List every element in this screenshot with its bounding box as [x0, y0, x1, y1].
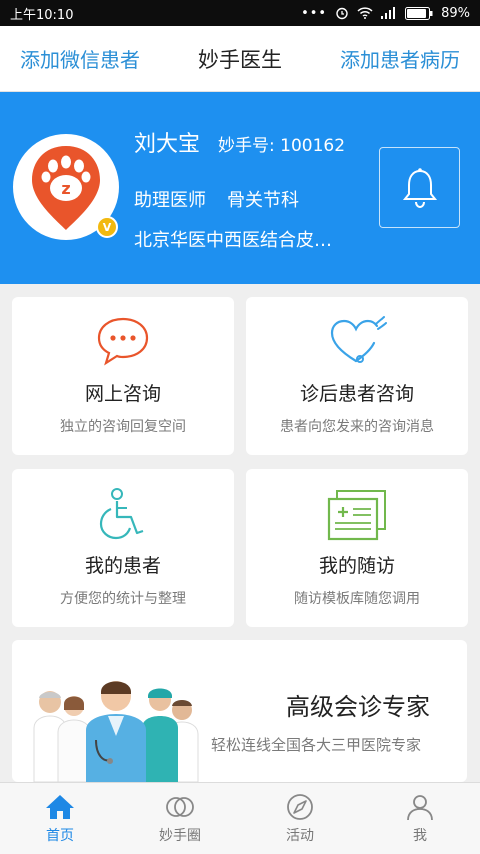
banner-title: 高级会诊专家 — [286, 693, 430, 721]
tab-home[interactable]: 首页 — [0, 783, 120, 854]
doctor-id: 妙手号: 100162 — [218, 136, 346, 156]
card-subtitle: 随访模板库随您调用 — [294, 591, 420, 607]
home-icon — [46, 794, 74, 819]
status-time: 上午10:10 — [10, 7, 74, 23]
doctor-department: 骨关节科 — [227, 190, 299, 211]
tab-label: 首页 — [46, 827, 74, 844]
tab-label: 妙手圈 — [159, 827, 201, 844]
card-title: 诊后患者咨询 — [299, 383, 414, 405]
card-subtitle: 独立的咨询回复空间 — [60, 419, 186, 435]
verified-badge: V — [96, 216, 118, 238]
profile-banner[interactable]: z V 刘大宝 妙手号: 100162 助理医师 骨关节科 北京华医中西医结合皮… — [0, 92, 480, 284]
add-wechat-patient-link[interactable]: 添加微信患者 — [20, 44, 140, 73]
tab-circle[interactable]: 妙手圈 — [120, 783, 240, 854]
notification-button[interactable] — [379, 147, 460, 228]
banner-subtitle: 轻松连线全国各大三甲医院专家 — [211, 736, 422, 754]
medical-records-icon — [327, 490, 386, 541]
tab-label: 活动 — [286, 827, 314, 844]
svg-text:z: z — [61, 179, 70, 198]
add-patient-record-link[interactable]: 添加患者病历 — [340, 44, 460, 73]
tab-me[interactable]: 我 — [360, 783, 480, 854]
top-nav: 添加微信患者 妙手医生 添加患者病历 — [0, 26, 480, 92]
heart-message-icon — [330, 316, 387, 363]
alarm-icon — [336, 7, 348, 20]
battery-icon — [405, 6, 433, 20]
doctors-group-illustration — [33, 681, 199, 782]
person-icon — [407, 794, 433, 820]
paw-logo-icon: z — [32, 146, 100, 230]
tab-label: 我 — [413, 827, 427, 844]
tab-activity[interactable]: 活动 — [240, 783, 360, 854]
doctor-title: 助理医师 — [134, 190, 206, 211]
compass-icon — [287, 793, 313, 820]
chat-bubble-icon — [97, 317, 149, 366]
bottom-tab-bar: 首页 妙手圈 活动 我 — [0, 782, 480, 854]
circles-icon — [166, 796, 194, 817]
wifi-icon — [357, 7, 373, 19]
doctor-hospital: 北京华医中西医结合皮… — [134, 230, 332, 251]
app-title: 妙手医生 — [198, 47, 282, 72]
post-diagnosis-consult-card[interactable]: 诊后患者咨询 患者向您发来的咨询消息 — [246, 297, 468, 455]
status-bar: 上午10:10 ••• 89% — [0, 0, 480, 26]
wheelchair-icon — [99, 488, 144, 540]
my-patients-card[interactable]: 我的患者 方便您的统计与整理 — [12, 469, 234, 627]
my-followup-card[interactable]: 我的随访 随访模板库随您调用 — [246, 469, 468, 627]
card-title: 我的随访 — [318, 555, 395, 577]
card-title: 网上咨询 — [84, 383, 161, 405]
battery-percent: 89% — [441, 5, 470, 21]
more-icon: ••• — [301, 5, 328, 21]
doctor-name: 刘大宝 — [134, 132, 201, 157]
card-subtitle: 方便您的统计与整理 — [60, 591, 186, 607]
signal-icon — [381, 7, 396, 19]
card-subtitle: 患者向您发来的咨询消息 — [280, 419, 434, 435]
online-consult-card[interactable]: 网上咨询 独立的咨询回复空间 — [12, 297, 234, 455]
expert-consult-banner[interactable]: 高级会诊专家 轻松连线全国各大三甲医院专家 — [12, 640, 467, 782]
card-title: 我的患者 — [84, 555, 161, 577]
bell-icon — [402, 167, 437, 208]
